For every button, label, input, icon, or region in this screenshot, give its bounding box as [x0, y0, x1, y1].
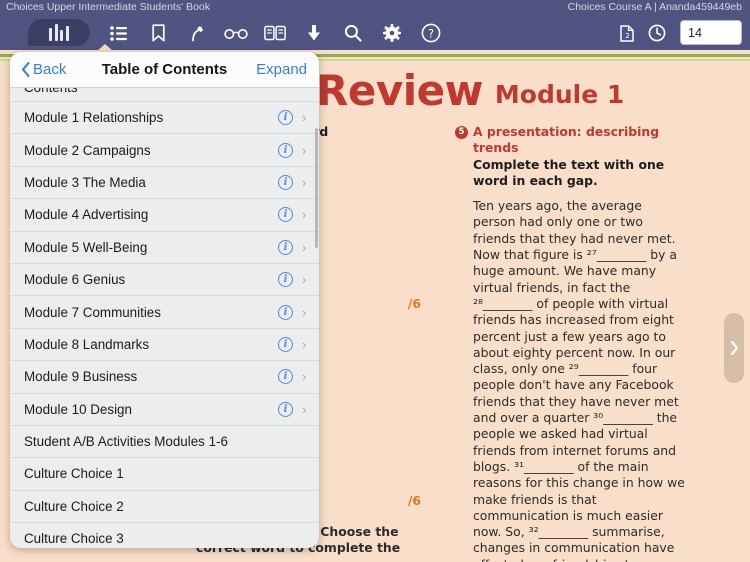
info-icon[interactable]: i: [278, 239, 293, 255]
page-number-value: 14: [688, 25, 702, 40]
expand-button[interactable]: Expand: [256, 61, 307, 78]
toc-header: Back Table of Contents Expand: [10, 52, 319, 88]
chevron-right-icon: [730, 341, 738, 355]
next-page-handle[interactable]: [724, 313, 744, 383]
download-icon[interactable]: [297, 16, 331, 50]
chevron-right-icon: ›: [302, 369, 307, 385]
list-item[interactable]: Module 7 Communities i ›: [10, 296, 319, 329]
info-icon[interactable]: i: [278, 207, 293, 223]
pen-icon[interactable]: [180, 16, 214, 50]
exercise-5: 5 A presentation: describing trends Comp…: [455, 124, 687, 562]
exercise-5-number: 5: [455, 126, 468, 139]
page-number-input[interactable]: 14: [680, 20, 742, 45]
chevron-right-icon: ›: [302, 110, 307, 126]
list-item[interactable]: Contents: [10, 88, 319, 102]
chevron-right-icon: ›: [302, 239, 307, 255]
svg-text:?: ?: [428, 27, 434, 41]
info-icon[interactable]: i: [278, 401, 293, 417]
toc-item-label: Contents: [24, 88, 311, 95]
svg-text:2: 2: [625, 32, 629, 40]
toc-item-label: Module 5 Well-Being: [24, 239, 148, 255]
chevron-right-icon: ›: [302, 174, 307, 190]
exercise-5-text: Ten years ago, the average person had on…: [473, 198, 685, 562]
chevron-right-icon: ›: [302, 401, 307, 417]
toc-item-label: Culture Choice 1: [24, 466, 124, 482]
page-title: Review Module 1: [316, 66, 624, 115]
back-button-label: Back: [33, 61, 67, 78]
toc-item-label: Module 8 Landmarks: [24, 336, 150, 352]
info-icon[interactable]: i: [278, 336, 293, 352]
toc-item-label: Module 2 Campaigns: [24, 142, 151, 158]
info-icon[interactable]: i: [278, 369, 293, 385]
table-of-contents-panel: Back Table of Contents Expand Contents M…: [10, 52, 319, 548]
toc-item-label: Culture Choice 2: [24, 498, 124, 514]
list-item[interactable]: Module 6 Genius i ›: [10, 264, 319, 297]
logo-bars: [49, 23, 69, 41]
document-icon[interactable]: 2: [610, 16, 644, 50]
chevron-right-icon: ›: [302, 142, 307, 158]
list-item[interactable]: Module 10 Design i ›: [10, 394, 319, 426]
info-icon[interactable]: i: [278, 110, 293, 126]
list-item[interactable]: Module 1 Relationships i ›: [10, 102, 319, 135]
toc-item-label: Student A/B Activities Modules 1-6: [24, 434, 228, 450]
exercise-5-title: A presentation: describing trends: [473, 124, 660, 156]
app-logo-icon[interactable]: [28, 18, 90, 46]
toc-item-label: Module 6 Genius: [24, 272, 126, 288]
help-icon[interactable]: ?: [414, 16, 448, 50]
toc-item-label: Module 10 Design: [24, 401, 132, 417]
info-icon[interactable]: i: [278, 142, 293, 158]
book-spread-icon[interactable]: [258, 16, 292, 50]
chevron-right-icon: ›: [302, 272, 307, 288]
toc-list[interactable]: Contents Module 1 Relationshipsi›Module …: [10, 88, 319, 548]
list-item[interactable]: Module 4 Advertising i ›: [10, 199, 319, 232]
list-item[interactable]: Culture Choice 3: [10, 523, 319, 548]
toc-item-label: Module 3 The Media: [24, 174, 146, 190]
active-tool-indicator: [97, 44, 113, 51]
exercise-5-instruction: Complete the text with one word in each …: [473, 156, 665, 188]
info-icon[interactable]: i: [278, 272, 293, 288]
chevron-left-icon: [21, 62, 30, 77]
toc-item-label: Module 1 Relationships: [24, 110, 164, 126]
toc-scrollbar[interactable]: [315, 128, 318, 248]
list-item[interactable]: Module 5 Well-Being i ›: [10, 232, 319, 264]
back-button[interactable]: Back: [21, 61, 66, 78]
list-item[interactable]: Student A/B Activities Modules 1-6: [10, 426, 319, 459]
clock-icon[interactable]: [640, 16, 674, 50]
account-label: Choices Course A | Ananda459449eb: [567, 1, 742, 13]
gear-icon[interactable]: [375, 16, 409, 50]
page-right-column: 5 A presentation: describing trends Comp…: [455, 124, 687, 562]
page-title-sub: Module 1: [494, 80, 625, 109]
bookmark-icon[interactable]: [141, 16, 175, 50]
list-item[interactable]: Module 9 Business i ›: [10, 361, 319, 394]
book-title: Choices Upper Intermediate Students' Boo…: [6, 1, 210, 13]
info-icon[interactable]: i: [278, 174, 293, 190]
list-item[interactable]: Module 8 Landmarks i ›: [10, 329, 319, 362]
list-item[interactable]: Culture Choice 2: [10, 491, 319, 524]
toc-item-label: Module 4 Advertising: [24, 207, 149, 223]
list-item[interactable]: Culture Choice 1: [10, 458, 319, 491]
chevron-right-icon: ›: [302, 207, 307, 223]
list-item[interactable]: Module 3 The Media i ›: [10, 167, 319, 200]
glasses-icon[interactable]: [219, 16, 253, 50]
search-icon[interactable]: [336, 16, 370, 50]
page-title-main: Review: [316, 66, 483, 115]
info-icon[interactable]: i: [278, 304, 293, 320]
toc-item-label: Culture Choice 3: [24, 531, 124, 547]
title-row: Choices Upper Intermediate Students' Boo…: [0, 0, 750, 16]
chevron-right-icon: ›: [302, 336, 307, 352]
list-item[interactable]: Module 2 Campaigns i ›: [10, 134, 319, 167]
toc-item-label: Module 7 Communities: [24, 304, 161, 320]
app-toolbar: Choices Upper Intermediate Students' Boo…: [0, 0, 750, 51]
chevron-right-icon: ›: [302, 304, 307, 320]
toc-item-label: Module 9 Business: [24, 369, 138, 385]
